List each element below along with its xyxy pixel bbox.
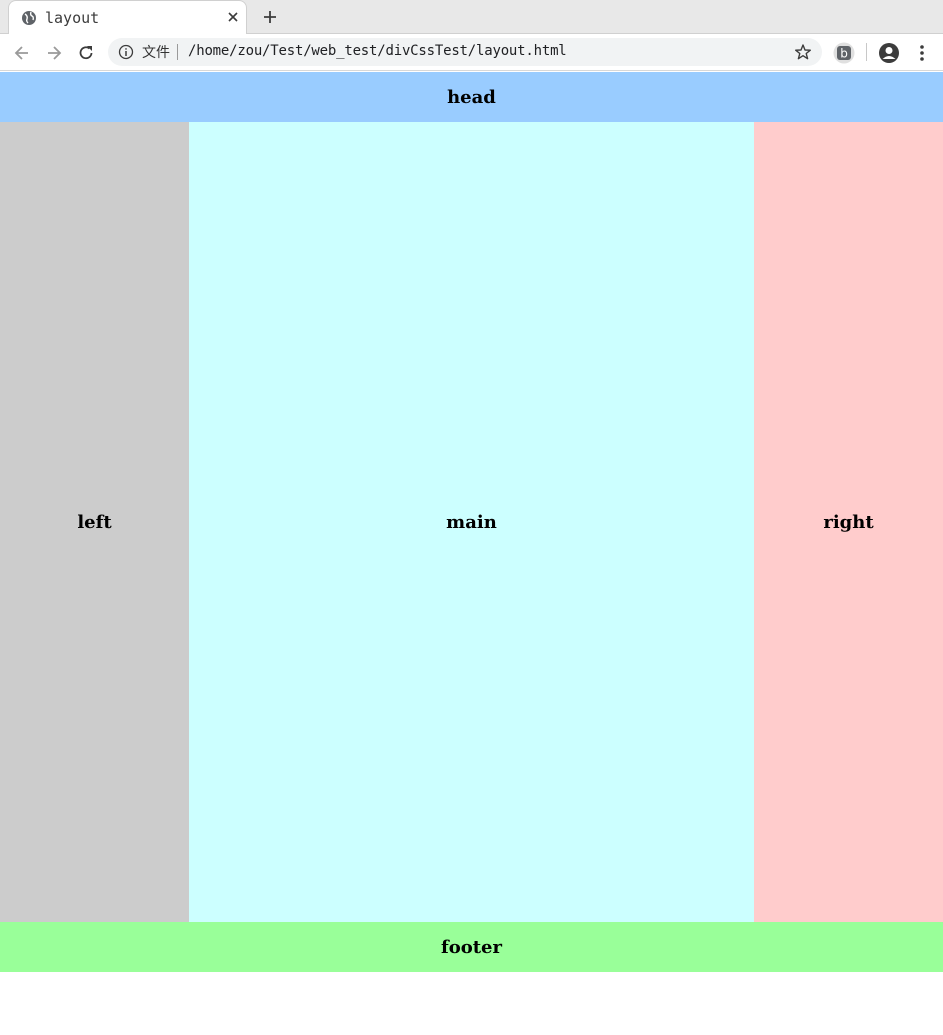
- toolbar-divider: [866, 43, 867, 61]
- globe-icon: [22, 11, 36, 25]
- omnibox-divider: [177, 44, 178, 60]
- main-section: main: [189, 122, 754, 922]
- extension-letter: b: [840, 47, 848, 61]
- account-icon[interactable]: [878, 42, 900, 64]
- close-icon[interactable]: [225, 9, 241, 25]
- footer-section: footer: [0, 922, 943, 972]
- right-label: right: [823, 511, 874, 533]
- back-arrow-icon[interactable]: [12, 43, 32, 63]
- head-label: head: [447, 86, 496, 108]
- extension-icon[interactable]: b: [833, 42, 855, 64]
- left-section: left: [0, 122, 189, 922]
- footer-label: footer: [440, 936, 502, 958]
- page-content: head left main right footer: [0, 72, 943, 1035]
- tab-strip: layout: [0, 0, 943, 34]
- scheme-label: 文件: [142, 45, 170, 61]
- head-section: head: [0, 72, 943, 122]
- address-bar[interactable]: 文件 /home/zou/Test/web_test/divCssTest/la…: [108, 38, 822, 66]
- url-text[interactable]: /home/zou/Test/web_test/divCssTest/layou…: [188, 43, 567, 59]
- more-menu-icon[interactable]: [914, 43, 930, 63]
- right-section: right: [754, 122, 943, 922]
- reload-icon[interactable]: [76, 43, 96, 63]
- info-icon[interactable]: [118, 44, 134, 60]
- browser-toolbar: 文件 /home/zou/Test/web_test/divCssTest/la…: [0, 34, 943, 71]
- tab-layout[interactable]: layout: [8, 0, 247, 34]
- main-label: main: [446, 511, 497, 533]
- new-tab-icon[interactable]: [261, 8, 279, 26]
- left-label: left: [77, 511, 112, 533]
- bookmark-star-icon[interactable]: [794, 43, 812, 61]
- tab-title: layout: [45, 9, 100, 27]
- forward-arrow-icon[interactable]: [44, 43, 64, 63]
